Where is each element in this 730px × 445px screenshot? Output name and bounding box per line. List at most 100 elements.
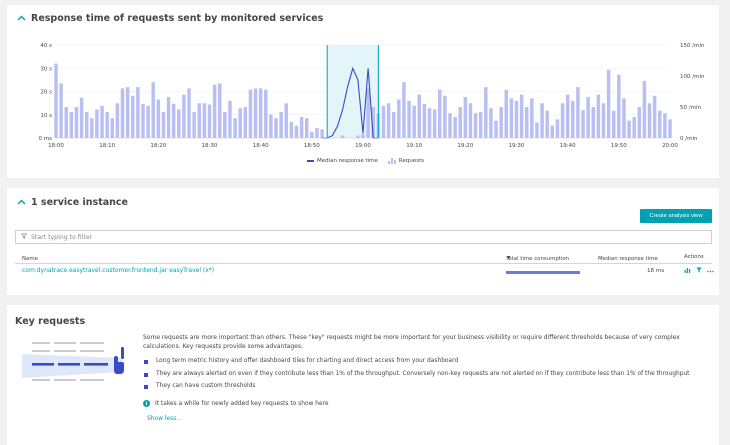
instances-header[interactable]: 1 service instance — [16, 197, 128, 208]
request-bar[interactable] — [412, 105, 416, 138]
request-bar[interactable] — [74, 107, 79, 138]
more-icon[interactable] — [707, 268, 714, 275]
filter-input[interactable] — [31, 233, 631, 241]
chevron-up-icon[interactable] — [16, 198, 26, 208]
request-bar[interactable] — [212, 84, 217, 138]
request-bar[interactable] — [161, 111, 166, 138]
request-bar[interactable] — [386, 103, 391, 138]
request-bar[interactable] — [233, 118, 237, 138]
request-bar[interactable] — [381, 105, 386, 138]
request-bar[interactable] — [166, 97, 171, 138]
request-bar[interactable] — [494, 120, 498, 138]
show-less-link[interactable]: Show less... — [147, 416, 182, 422]
request-bar[interactable] — [79, 97, 84, 138]
request-bar[interactable] — [90, 118, 94, 138]
request-bar[interactable] — [560, 103, 565, 138]
request-bar[interactable] — [576, 87, 580, 138]
request-bar[interactable] — [110, 118, 115, 138]
request-bar[interactable] — [223, 111, 227, 138]
request-bar[interactable] — [315, 128, 319, 138]
request-bar[interactable] — [555, 119, 560, 138]
create-analysis-view-button[interactable]: Create analysis view — [640, 209, 712, 223]
request-bar[interactable] — [627, 120, 631, 138]
request-bar[interactable] — [141, 103, 145, 138]
request-bar[interactable] — [586, 97, 590, 138]
request-bar[interactable] — [504, 89, 509, 138]
request-bar[interactable] — [238, 108, 242, 138]
request-bar[interactable] — [289, 121, 294, 138]
request-bar[interactable] — [530, 98, 534, 138]
request-bar[interactable] — [59, 83, 63, 138]
request-bar[interactable] — [448, 113, 452, 138]
selection-highlight[interactable] — [327, 45, 379, 138]
request-bar[interactable] — [658, 110, 662, 138]
request-bar[interactable] — [407, 100, 411, 138]
request-bar[interactable] — [115, 103, 120, 138]
request-bar[interactable] — [519, 94, 524, 138]
request-bar[interactable] — [187, 88, 191, 138]
request-bar[interactable] — [453, 116, 457, 138]
request-bar[interactable] — [545, 110, 549, 138]
request-bar[interactable] — [274, 118, 278, 138]
request-bar[interactable] — [248, 89, 253, 138]
request-bar[interactable] — [304, 118, 309, 138]
chart-icon[interactable] — [684, 267, 691, 275]
request-bar[interactable] — [540, 103, 544, 138]
request-bar[interactable] — [647, 103, 652, 138]
request-bar[interactable] — [100, 105, 104, 138]
request-bar[interactable] — [581, 110, 585, 138]
instance-link[interactable]: com.dynatrace.easytravel.customer.fronte… — [22, 267, 214, 274]
request-bar[interactable] — [294, 125, 299, 138]
request-bar[interactable] — [596, 94, 601, 138]
request-bar[interactable] — [340, 135, 345, 138]
table-row[interactable]: com.dynatrace.easytravel.customer.fronte… — [15, 265, 714, 279]
request-bar[interactable] — [177, 109, 181, 138]
request-bar[interactable] — [264, 89, 268, 138]
request-bar[interactable] — [591, 107, 595, 138]
request-bar[interactable] — [320, 129, 324, 138]
request-bar[interactable] — [642, 80, 647, 138]
request-bar[interactable] — [171, 103, 176, 138]
request-bar[interactable] — [156, 99, 161, 138]
request-bar[interactable] — [402, 82, 406, 138]
legend-requests[interactable]: Requests — [387, 158, 424, 164]
request-bar[interactable] — [279, 111, 283, 138]
request-bar[interactable] — [514, 100, 519, 138]
request-bar[interactable] — [136, 87, 140, 138]
request-bar[interactable] — [391, 111, 396, 138]
request-bar[interactable] — [64, 107, 68, 138]
request-bar[interactable] — [432, 109, 437, 138]
request-bar[interactable] — [478, 111, 483, 138]
request-bar[interactable] — [617, 74, 621, 138]
request-bar[interactable] — [253, 88, 258, 138]
request-bar[interactable] — [131, 95, 135, 138]
request-bar[interactable] — [202, 103, 207, 138]
request-bar[interactable] — [120, 88, 125, 138]
request-bar[interactable] — [151, 82, 155, 138]
request-bar[interactable] — [422, 103, 427, 138]
request-bar[interactable] — [484, 87, 488, 138]
request-bar[interactable] — [217, 83, 222, 138]
request-bar[interactable] — [243, 107, 248, 138]
request-bar[interactable] — [284, 103, 288, 138]
filter-field[interactable] — [15, 230, 712, 244]
request-bar[interactable] — [458, 107, 462, 138]
request-bar[interactable] — [192, 111, 196, 138]
request-bar[interactable] — [207, 104, 212, 138]
request-bar[interactable] — [622, 98, 626, 138]
request-bar[interactable] — [463, 97, 468, 138]
request-bar[interactable] — [550, 125, 555, 138]
request-bar[interactable] — [632, 116, 636, 138]
request-bar[interactable] — [652, 95, 657, 138]
legend-median[interactable]: Median response time — [307, 158, 378, 164]
request-bar[interactable] — [417, 94, 422, 138]
request-bar[interactable] — [269, 114, 273, 138]
request-bar[interactable] — [197, 103, 202, 138]
request-bar[interactable] — [84, 111, 89, 138]
response-time-chart[interactable]: 0 ms 10 s 20 s 30 s 40 s 0 /min 50 /min 100 /mi… — [7, 5, 719, 155]
request-bar[interactable] — [473, 113, 478, 138]
request-bar[interactable] — [182, 94, 186, 138]
request-bar[interactable] — [663, 113, 667, 138]
request-bar[interactable] — [361, 134, 365, 138]
request-bar[interactable] — [397, 99, 401, 138]
